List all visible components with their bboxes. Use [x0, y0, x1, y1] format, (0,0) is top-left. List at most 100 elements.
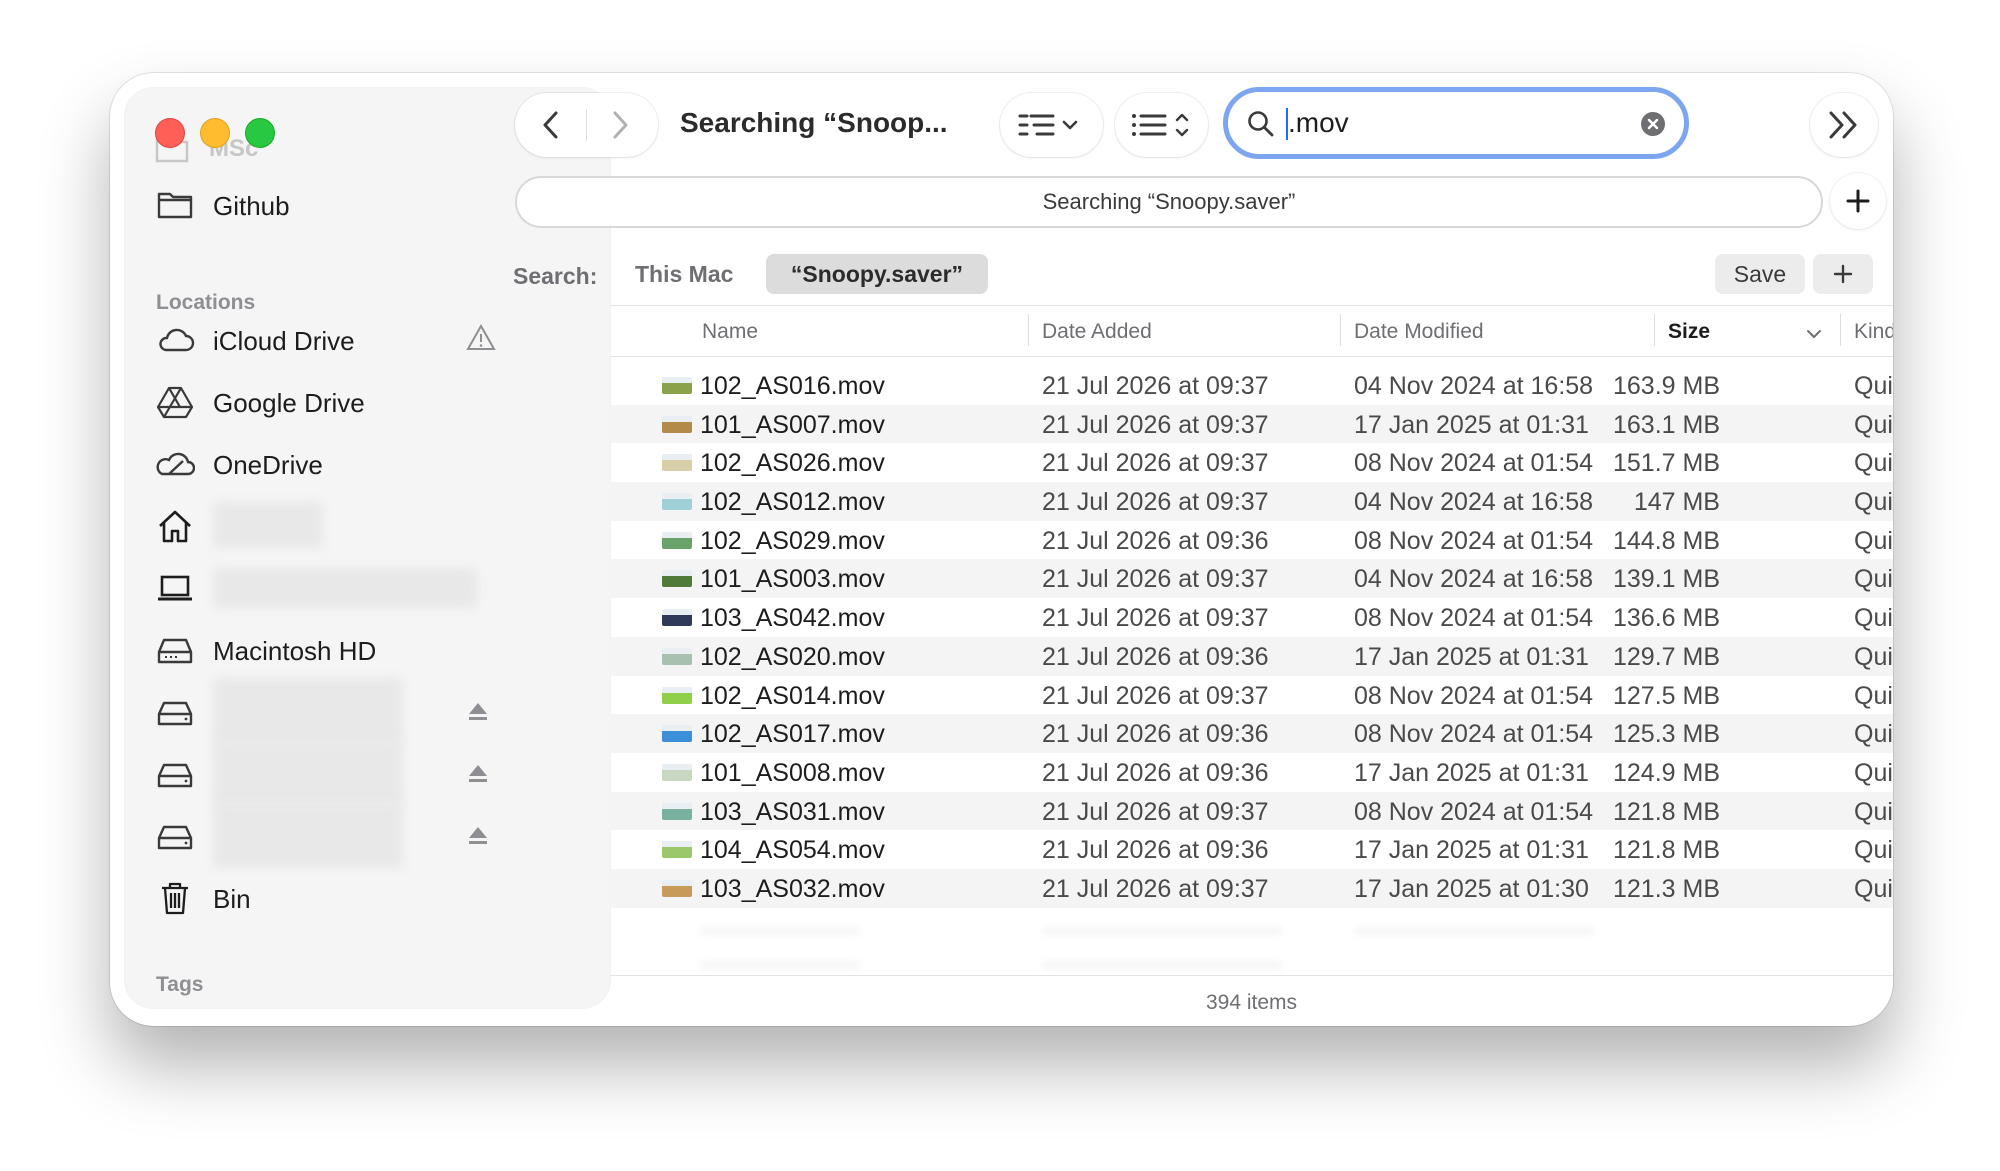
file-kind: QuickTime movie	[1854, 681, 1893, 710]
file-size: 144.8 MB	[1612, 526, 1720, 555]
file-kind: QuickTime movie	[1854, 797, 1893, 826]
toolbar-overflow-button[interactable]	[1810, 93, 1878, 157]
eject-icon[interactable]	[467, 762, 489, 786]
movie-thumbnail-icon	[662, 493, 692, 511]
chevron-double-right-icon	[1829, 111, 1857, 139]
external-drive-icon	[157, 763, 193, 788]
eject-icon[interactable]	[467, 824, 489, 848]
sidebar-item-bin[interactable]: Bin	[155, 878, 595, 918]
date-modified: 17 Jan 2025 at 01:31	[1354, 642, 1589, 671]
table-row[interactable]: 101_AS008.mov 21 Jul 2026 at 09:36 17 Jan …	[610, 753, 1893, 792]
table-row[interactable]: 103_AS042.mov 21 Jul 2026 at 09:37 08 Nov …	[610, 598, 1893, 637]
column-divider[interactable]	[1654, 314, 1655, 346]
column-header-date-added[interactable]: Date Added	[1042, 320, 1152, 344]
add-criteria-button[interactable]	[1813, 254, 1873, 294]
file-size: 139.1 MB	[1612, 565, 1720, 594]
sort-descending-icon[interactable]	[1806, 328, 1822, 340]
sidebar-item-home[interactable]	[155, 502, 595, 548]
table-row[interactable]: 103_AS032.mov 21 Jul 2026 at 09:37 17 Jan …	[610, 868, 1893, 908]
forward-button[interactable]	[587, 93, 657, 157]
date-added: 21 Jul 2026 at 09:36	[1042, 758, 1269, 787]
column-header-date-modified[interactable]: Date Modified	[1354, 320, 1484, 344]
folder-icon	[157, 192, 193, 219]
table-row[interactable]: 102_AS017.mov 21 Jul 2026 at 09:36 08 Nov …	[610, 714, 1893, 753]
table-row[interactable]: 102_AS020.mov 21 Jul 2026 at 09:36 17 Jan …	[610, 636, 1893, 676]
file-name: 102_AS020.mov	[700, 642, 885, 671]
date-added: 21 Jul 2026 at 09:37	[1042, 372, 1269, 400]
sidebar-item-macintosh-hd[interactable]: Macintosh HD	[155, 630, 595, 670]
file-name: 102_AS014.mov	[700, 681, 885, 710]
table-row[interactable]: 104_AS054.mov 21 Jul 2026 at 09:36 17 Jan …	[610, 830, 1893, 869]
movie-thumbnail-icon	[662, 570, 692, 588]
table-row[interactable]: 102_AS026.mov 21 Jul 2026 at 09:37 08 Nov …	[610, 443, 1893, 482]
file-size: 151.7 MB	[1612, 449, 1720, 478]
file-size: 147 MB	[1633, 488, 1720, 517]
clear-search-button[interactable]	[1641, 112, 1665, 136]
file-kind: QuickTime movie	[1854, 526, 1893, 555]
sidebar-item-external-drive[interactable]	[155, 678, 595, 744]
redacted-label	[213, 678, 403, 744]
eject-icon[interactable]	[467, 700, 489, 724]
column-divider[interactable]	[1340, 314, 1341, 346]
date-added: 21 Jul 2026 at 09:37	[1042, 681, 1269, 710]
home-icon	[159, 510, 191, 543]
external-drive-icon	[157, 825, 193, 850]
sidebar-item-computer[interactable]	[155, 568, 595, 608]
window-zoom-button[interactable]	[245, 118, 275, 148]
scope-current-folder[interactable]: “Snoopy.saver”	[766, 254, 988, 294]
table-row[interactable]: 102_AS016.mov 21 Jul 2026 at 09:37 04 Nov …	[610, 366, 1893, 405]
date-modified: 08 Nov 2024 at 01:54	[1354, 681, 1594, 710]
table-row[interactable]: 102_AS029.mov 21 Jul 2026 at 09:36 08 Nov …	[610, 521, 1893, 560]
date-added: 21 Jul 2026 at 09:36	[1042, 720, 1269, 749]
navigation-buttons	[515, 93, 658, 157]
save-search-button[interactable]: Save	[1715, 254, 1805, 294]
scope-this-mac[interactable]: This Mac	[635, 261, 733, 288]
view-options-button[interactable]	[1000, 93, 1103, 157]
path-bar: Searching “Snoopy.saver”	[515, 176, 1823, 228]
group-by-button[interactable]	[1115, 93, 1208, 157]
back-button[interactable]	[515, 93, 585, 157]
date-modified: 08 Nov 2024 at 01:54	[1354, 797, 1594, 826]
scope-current-folder-label: “Snoopy.saver”	[790, 261, 964, 287]
date-modified: 04 Nov 2024 at 16:58	[1354, 372, 1594, 400]
sidebar-item-google-drive[interactable]: Google Drive	[155, 382, 595, 422]
file-size: 129.7 MB	[1612, 642, 1720, 671]
column-header-name[interactable]: Name	[702, 320, 758, 344]
column-header-size[interactable]: Size	[1668, 320, 1710, 344]
column-divider[interactable]	[1028, 314, 1029, 346]
movie-thumbnail-icon	[662, 377, 692, 394]
sidebar-item-external-drive[interactable]	[155, 802, 595, 868]
list-options-icon	[1018, 114, 1078, 136]
movie-thumbnail-icon	[662, 454, 692, 472]
list-view-icon	[1132, 113, 1189, 137]
table-row[interactable]: 101_AS007.mov 21 Jul 2026 at 09:37 17 Jan …	[610, 404, 1893, 444]
redacted-label	[213, 502, 323, 548]
table-row[interactable]: 103_AS031.mov 21 Jul 2026 at 09:37 08 Nov …	[610, 791, 1893, 831]
date-modified: 04 Nov 2024 at 16:58	[1354, 488, 1594, 517]
google-drive-icon	[156, 386, 194, 419]
new-tab-button[interactable]	[1830, 173, 1886, 229]
file-list: 102_AS016.mov 21 Jul 2026 at 09:37 04 Nov …	[610, 366, 1893, 908]
window-title: Searching “Snoop...	[680, 107, 948, 138]
column-divider[interactable]	[1840, 314, 1841, 346]
sidebar-item-onedrive[interactable]: OneDrive	[155, 444, 595, 484]
file-name: 102_AS026.mov	[700, 449, 885, 478]
table-row[interactable]: 102_AS012.mov 21 Jul 2026 at 09:37 04 Nov …	[610, 482, 1893, 521]
locations-heading: Locations	[156, 291, 256, 314]
window-close-button[interactable]	[155, 118, 185, 148]
search-field[interactable]	[1223, 87, 1689, 159]
window-minimize-button[interactable]	[200, 118, 230, 148]
movie-thumbnail-icon	[662, 686, 692, 704]
date-modified: 17 Jan 2025 at 01:30	[1354, 874, 1589, 903]
table-row[interactable]: 102_AS014.mov 21 Jul 2026 at 09:37 08 Nov …	[610, 676, 1893, 715]
laptop-icon	[158, 575, 192, 601]
file-size: 127.5 MB	[1612, 681, 1720, 710]
sidebar-item-external-drive[interactable]	[155, 740, 595, 806]
date-added: 21 Jul 2026 at 09:37	[1042, 604, 1269, 633]
search-scope-label: Search:	[513, 263, 598, 289]
table-row[interactable]: 101_AS003.mov 21 Jul 2026 at 09:37 04 Nov …	[610, 559, 1893, 599]
sidebar-item-icloud-drive[interactable]: iCloud Drive	[155, 320, 595, 360]
search-input[interactable]	[1288, 106, 1618, 140]
column-header-kind[interactable]: Kind	[1854, 320, 1893, 344]
movie-thumbnail-icon	[662, 647, 692, 665]
